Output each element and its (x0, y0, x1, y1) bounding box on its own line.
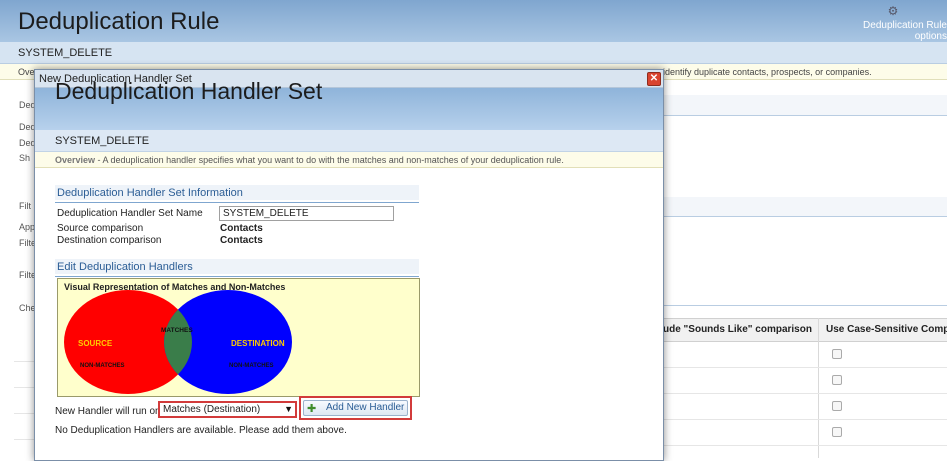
table-row (663, 394, 947, 420)
bg-left-row (14, 414, 34, 440)
options-icon: ⚙ (887, 4, 899, 18)
handlers-section-title: Edit Deduplication Handlers (57, 261, 193, 273)
bg-section-header (663, 95, 947, 115)
no-handlers-message: No Deduplication Handlers are available.… (55, 425, 347, 436)
bg-left-row (14, 362, 34, 388)
run-on-select[interactable]: Matches (Destination) ▼ (158, 401, 297, 418)
grid-col-case-sensitive[interactable]: Use Case-Sensitive Comparison (826, 324, 947, 335)
bg-divider (663, 305, 947, 306)
matches-label: MATCHES (161, 327, 193, 334)
bg-section-header (663, 197, 947, 217)
overview-label: Overview (55, 155, 96, 165)
dialog-overview: Overview - A deduplication handler speci… (55, 155, 564, 165)
add-new-handler-label: Add New Handler (326, 402, 405, 413)
handler-set-name-input[interactable] (219, 206, 394, 221)
source-comparison-value: Contacts (220, 223, 263, 234)
source-nonmatches-label: NON-MATCHES (80, 363, 125, 369)
source-label: SOURCE (78, 339, 113, 348)
dialog-heading: Deduplication Handler Set (55, 78, 323, 104)
bg-divider (663, 216, 947, 217)
case-sensitive-checkbox[interactable] (832, 375, 842, 385)
case-sensitive-checkbox[interactable] (832, 427, 842, 437)
handler-set-dialog: New Deduplication Handler Set ✕ Deduplic… (34, 69, 664, 461)
close-icon[interactable]: ✕ (647, 72, 661, 86)
overview-text: - A deduplication handler specifies what… (95, 155, 564, 165)
add-handler-icon: ✚ (307, 403, 317, 415)
bg-divider (663, 115, 947, 116)
destination-nonmatches-label: NON-MATCHES (229, 363, 274, 369)
bg-left-label: Sh (19, 153, 31, 163)
case-sensitive-checkbox[interactable] (832, 349, 842, 359)
name-label: Deduplication Handler Set Name (57, 208, 203, 219)
page-overview-right: identify duplicate contacts, prospects, … (663, 67, 872, 77)
grid-col-sounds-like[interactable]: ude "Sounds Like" comparison (663, 324, 812, 335)
source-comparison-label: Source comparison (57, 223, 144, 234)
handlers-section-divider (55, 276, 419, 277)
bg-left-row (14, 388, 34, 414)
rule-options-label: Deduplication Rule options (863, 20, 947, 42)
page-title: Deduplication Rule (18, 8, 220, 35)
add-new-handler-button[interactable]: ✚ Add New Handler (303, 400, 408, 416)
table-row (663, 368, 947, 394)
destination-label: DESTINATION (231, 339, 285, 348)
page-overview-left: Ove (18, 67, 35, 77)
rule-options-button[interactable]: ⚙ Deduplication Rule options (839, 4, 947, 42)
add-handler-highlight: ✚ Add New Handler (299, 396, 412, 420)
bg-left-row (14, 336, 34, 362)
bg-left-label: Filt (19, 201, 31, 211)
page-subtitle: SYSTEM_DELETE (18, 47, 113, 59)
table-row (663, 342, 947, 368)
destination-comparison-label: Destination comparison (57, 235, 162, 246)
venn-diagram-panel: Visual Representation of Matches and Non… (57, 278, 420, 397)
case-sensitive-checkbox[interactable] (832, 401, 842, 411)
page-subbar (0, 42, 947, 64)
dialog-subtitle: SYSTEM_DELETE (55, 135, 150, 147)
table-row (663, 420, 947, 446)
info-section-divider (55, 202, 419, 203)
bg-left-label: App (19, 222, 36, 232)
destination-comparison-value: Contacts (220, 235, 263, 246)
info-section-title: Deduplication Handler Set Information (57, 187, 243, 199)
dropdown-arrow-icon: ▼ (284, 404, 293, 414)
venn-diagram: SOURCE DESTINATION MATCHES NON-MATCHES N… (64, 290, 292, 394)
run-on-label: New Handler will run on (55, 406, 161, 417)
run-on-selected-value: Matches (Destination) (163, 404, 261, 415)
